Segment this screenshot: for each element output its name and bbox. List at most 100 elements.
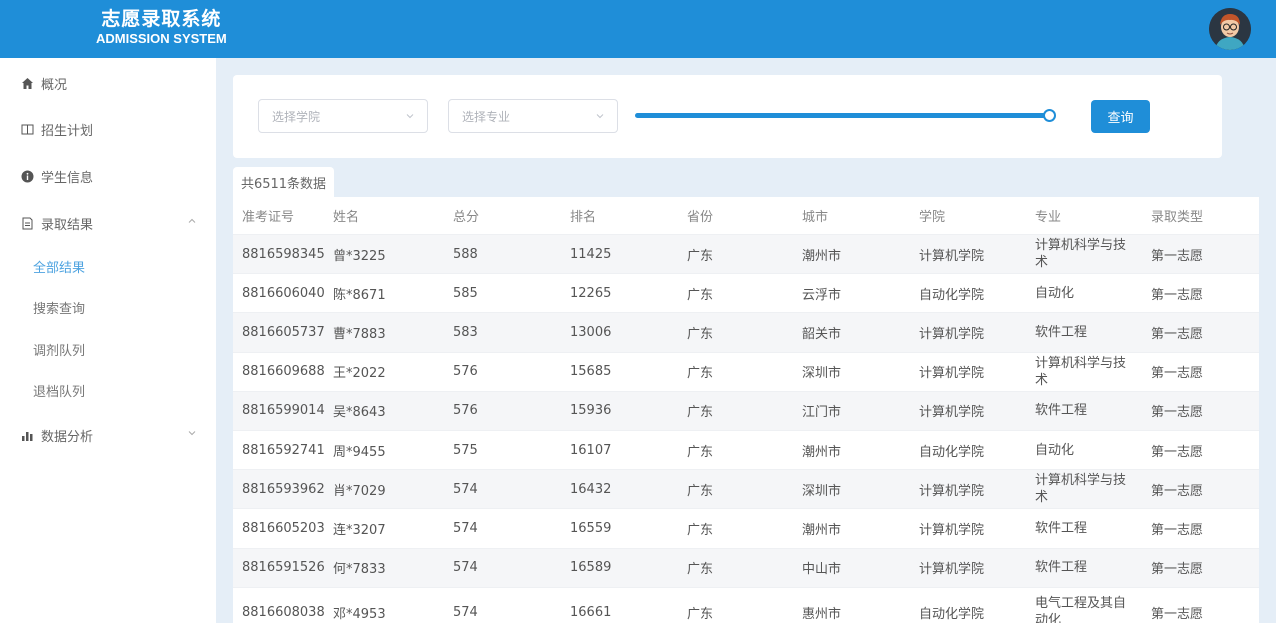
college-select-placeholder: 选择学院	[272, 109, 321, 124]
table-cell: 12265	[570, 285, 612, 301]
major-select-placeholder: 选择专业	[462, 109, 511, 124]
sidebar-item-overview[interactable]: 概况	[0, 63, 216, 103]
query-button[interactable]: 查询	[1091, 100, 1150, 133]
sidebar-item-student-info[interactable]: 学生信息	[0, 156, 216, 196]
table-cell: 吴*8643	[333, 405, 386, 421]
table-cell: 574	[453, 481, 478, 497]
table-cell: 8816609688	[242, 364, 325, 380]
sidebar-subitem-label: 调剂队列	[33, 343, 86, 359]
table-cell: 广东	[687, 405, 714, 421]
table-cell: 第一志愿	[1151, 444, 1204, 460]
table-cell: 583	[453, 324, 478, 340]
sidebar-item-admission-results[interactable]: 录取结果	[0, 203, 216, 243]
table-row[interactable]: 8816608038 邓*4953 574 16661 广东 惠州市 自动化学院 电气工程及其…	[233, 588, 1259, 623]
table-cell: 第一志愿	[1151, 287, 1204, 303]
table-cell: 广东	[687, 326, 714, 342]
table-cell: 广东	[687, 483, 714, 499]
table-cell: 576	[453, 403, 478, 419]
info-icon	[20, 169, 34, 183]
table-cell: 自动化学院	[919, 444, 985, 460]
table-cell: 574	[453, 520, 478, 536]
table-row[interactable]: 8816599014 吴*8643 576 15936 广东 江门市 计算机学院 软件工程 第一…	[233, 391, 1259, 431]
table-row[interactable]: 8816609688 王*2022 576 15685 广东 深圳市 计算机学院 计算机科学与…	[233, 353, 1259, 392]
table-cell: 585	[453, 285, 478, 301]
table-row[interactable]: 8816591526 何*7833 574 16589 广东 中山市 计算机学院 软件工程 第一…	[233, 548, 1259, 588]
table-cell: 曹*7883	[333, 326, 386, 342]
home-icon	[20, 76, 34, 90]
table-row[interactable]: 8816592741 周*9455 575 16107 广东 潮州市 自动化学院 自动化 第一志…	[233, 431, 1259, 471]
table-cell: 计算机学院	[919, 483, 985, 499]
table-cell: 自动化学院	[919, 606, 985, 622]
sidebar-item-data-analysis[interactable]: 数据分析	[0, 415, 216, 455]
sidebar-subitem-search[interactable]: 搜索查询	[0, 287, 216, 327]
table-header-cell: 学院	[919, 210, 946, 225]
table-header-cell: 省份	[687, 210, 714, 225]
results-table: 准考证号 姓名 总分 排名 省份 城市 学院 专业 录取类型 8816598345 曾*3225 58…	[233, 197, 1259, 623]
table-cell: 15685	[570, 364, 612, 380]
table-cell: 8816605203	[242, 520, 325, 536]
table-cell: 8816592741	[242, 442, 325, 458]
table-cell: 广东	[687, 522, 714, 538]
app-logo[interactable]: 志愿录取系统 ADMISSION SYSTEM	[96, 8, 227, 47]
table-cell: 自动化	[1035, 285, 1075, 301]
sidebar-subitem-label: 搜索查询	[33, 301, 86, 317]
table-cell: 江门市	[802, 405, 842, 421]
table-cell: 574	[453, 604, 478, 620]
document-icon	[20, 216, 34, 230]
table-cell: 11425	[570, 246, 612, 262]
sidebar-item-label: 数据分析	[41, 429, 94, 445]
score-slider-track[interactable]	[635, 113, 1049, 118]
table-cell: 曾*3225	[333, 248, 386, 264]
table-cell: 计算机学院	[919, 326, 985, 342]
user-avatar-icon[interactable]	[1209, 8, 1251, 50]
table-cell: 8816591526	[242, 560, 325, 576]
table-cell: 广东	[687, 366, 714, 382]
table-cell: 邓*4953	[333, 606, 386, 622]
sidebar-subitem-adjust-queue[interactable]: 调剂队列	[0, 329, 216, 369]
table-cell: 广东	[687, 444, 714, 460]
score-slider-handle[interactable]	[1043, 109, 1056, 122]
sidebar-item-enrollment-plan[interactable]: 招生计划	[0, 109, 216, 149]
book-icon	[20, 122, 34, 136]
table-header-cell: 专业	[1035, 210, 1062, 225]
sidebar-subitem-label: 退档队列	[33, 384, 86, 400]
table-header-row: 准考证号 姓名 总分 排名 省份 城市 学院 专业 录取类型	[233, 197, 1259, 235]
table-cell: 软件工程	[1035, 403, 1088, 419]
table-header-cell: 准考证号	[242, 210, 295, 225]
table-cell: 软件工程	[1035, 560, 1088, 576]
sidebar-item-label: 学生信息	[41, 170, 94, 186]
table-cell: 王*2022	[333, 366, 386, 382]
table-row[interactable]: 8816605203 连*3207 574 16559 广东 潮州市 计算机学院 软件工程 第一…	[233, 509, 1259, 549]
sidebar-item-label: 招生计划	[41, 123, 94, 139]
table-row[interactable]: 8816605737 曹*7883 583 13006 广东 韶关市 计算机学院 软件工程 第一…	[233, 313, 1259, 353]
table-cell: 广东	[687, 248, 714, 264]
table-row[interactable]: 8816593962 肖*7029 574 16432 广东 深圳市 计算机学院 计算机科学与…	[233, 470, 1259, 510]
table-cell: 第一志愿	[1151, 606, 1204, 622]
table-cell: 计算机学院	[919, 366, 985, 382]
table-cell: 中山市	[802, 562, 842, 578]
sidebar-item-label: 概况	[41, 77, 68, 93]
table-header-cell: 排名	[570, 210, 597, 225]
table-row[interactable]: 8816598345 曾*3225 588 11425 广东 潮州市 计算机学院 计算机科学与…	[233, 235, 1259, 275]
sidebar-item-label: 录取结果	[41, 217, 94, 233]
table-cell: 8816599014	[242, 403, 325, 419]
table-cell: 计算机科学与技术	[1035, 238, 1127, 271]
table-cell: 广东	[687, 562, 714, 578]
table-cell: 计算机学院	[919, 405, 985, 421]
college-select[interactable]: 选择学院	[258, 99, 428, 133]
table-cell: 16589	[570, 560, 612, 576]
table-cell: 潮州市	[802, 444, 842, 460]
chevron-down-icon	[187, 428, 197, 438]
major-select[interactable]: 选择专业	[448, 99, 618, 133]
table-cell: 周*9455	[333, 444, 386, 460]
table-cell: 计算机科学与技术	[1035, 473, 1127, 506]
logo-title: 志愿录取系统	[101, 8, 222, 30]
top-header: 志愿录取系统 ADMISSION SYSTEM	[0, 0, 1276, 58]
table-header-cell: 城市	[802, 210, 829, 225]
sidebar-subitem-withdraw-queue[interactable]: 退档队列	[0, 370, 216, 410]
table-row[interactable]: 8816606040 陈*8671 585 12265 广东 云浮市 自动化学院 自动化 第一志…	[233, 274, 1259, 314]
table-cell: 8816606040	[242, 285, 325, 301]
table-cell: 第一志愿	[1151, 483, 1204, 499]
sidebar-subitem-all-results[interactable]: 全部结果	[0, 246, 216, 286]
table-cell: 13006	[570, 324, 612, 340]
